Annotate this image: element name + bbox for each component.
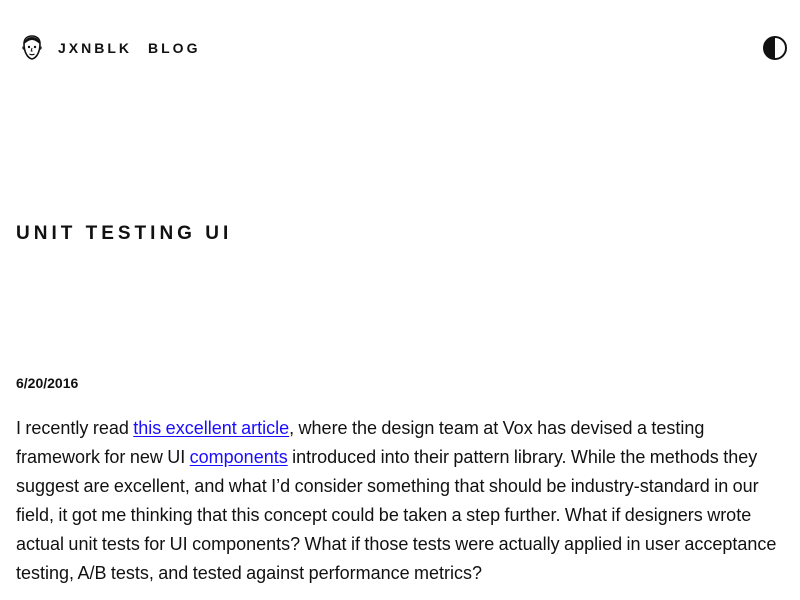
excellent-article-link[interactable]: this excellent article: [133, 418, 289, 438]
theme-toggle-button[interactable]: [762, 35, 788, 61]
face-avatar-icon: [22, 35, 42, 60]
brand-name: JXNBLK: [58, 40, 133, 56]
post-date: 6/20/2016: [16, 375, 79, 391]
half-circle-contrast-icon: [763, 36, 787, 60]
nav-blog-link[interactable]: BLOG: [148, 34, 200, 62]
paragraph-rest: introduced into their pattern library. W…: [16, 447, 777, 583]
components-link[interactable]: components: [190, 447, 288, 467]
top-nav: JXNBLK BLOG: [20, 34, 787, 62]
post-title: UNIT TESTING UI: [16, 223, 233, 244]
home-link[interactable]: JXNBLK: [20, 34, 132, 62]
page: JXNBLK BLOG UNIT TESTING UI 6/20/2016 I …: [0, 0, 800, 600]
article-paragraph: I recently read this excellent article, …: [16, 414, 784, 588]
nav-left: JXNBLK BLOG: [20, 34, 200, 62]
paragraph-intro: I recently read: [16, 418, 134, 438]
